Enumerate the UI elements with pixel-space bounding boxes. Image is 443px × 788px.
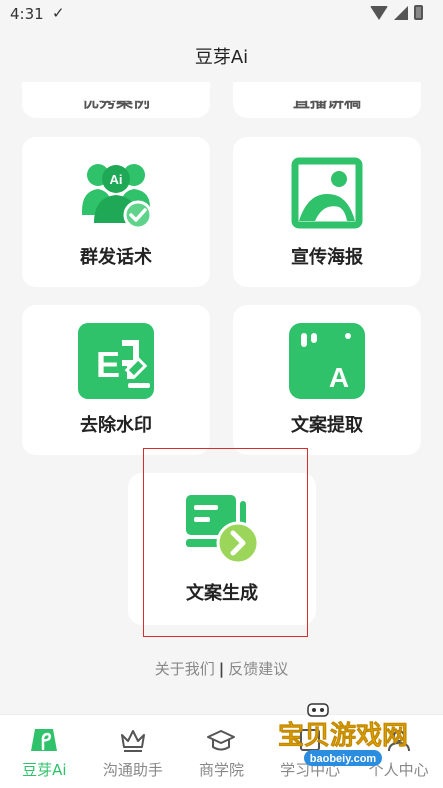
- remove-watermark-icon: E: [78, 323, 154, 399]
- svg-text:宝贝游戏网: 宝贝游戏网: [278, 720, 408, 751]
- selection-highlight: [143, 448, 308, 637]
- battery-icon: [414, 5, 423, 20]
- poster-icon: [289, 155, 365, 231]
- status-bar: 4:31 ✓: [0, 0, 443, 30]
- card-label: 群发话术: [80, 247, 152, 268]
- footer-separator: |: [218, 660, 225, 678]
- card-label: 文案提取: [291, 415, 363, 436]
- svg-text:E: E: [96, 344, 120, 385]
- footer-links: 关于我们 | 反馈建议: [0, 658, 443, 679]
- svg-text:A: A: [329, 362, 349, 393]
- crown-icon: [120, 730, 145, 752]
- tab-label: 沟通助手: [102, 761, 163, 779]
- card-live-script[interactable]: 直播讲稿: [233, 82, 421, 118]
- text-extract-icon: A: [289, 323, 365, 399]
- card-label: 优秀案例: [82, 92, 150, 112]
- tab-label: 商学院: [198, 761, 244, 779]
- app-header: 豆芽Ai: [0, 30, 443, 82]
- page-title: 豆芽Ai: [194, 47, 249, 68]
- status-time: 4:31: [10, 5, 44, 23]
- graduation-cap-icon: [207, 730, 236, 751]
- tab-business-school[interactable]: 商学院: [177, 715, 266, 788]
- ai-group-icon: Ai: [78, 155, 154, 231]
- tab-label: 豆芽Ai: [22, 761, 67, 779]
- card-poster[interactable]: 宣传海报: [233, 137, 421, 287]
- feature-grid[interactable]: 优秀案例 直播讲稿 Ai 群发话术 宣传海报 E 去除水印 A 文案提取 文案生…: [0, 82, 443, 714]
- sprout-icon: [31, 729, 58, 751]
- about-link[interactable]: 关于我们: [155, 660, 215, 678]
- svg-text:baobeiy.com: baobeiy.com: [310, 753, 377, 765]
- signal-icon: [394, 5, 408, 20]
- download-done-icon: ✓: [52, 4, 65, 22]
- tab-douya-ai[interactable]: 豆芽Ai: [0, 715, 89, 788]
- watermark-logo: 宝贝游戏网 baobeiy.com: [278, 703, 408, 766]
- wifi-icon: [370, 5, 388, 20]
- card-showcase[interactable]: 优秀案例: [22, 82, 210, 118]
- feedback-link[interactable]: 反馈建议: [228, 660, 288, 678]
- card-remove-watermark[interactable]: E 去除水印: [22, 305, 210, 455]
- card-label: 直播讲稿: [293, 92, 361, 112]
- tab-communication-assistant[interactable]: 沟通助手: [89, 715, 178, 788]
- card-text-extract[interactable]: A 文案提取: [233, 305, 421, 455]
- card-label: 去除水印: [80, 415, 152, 436]
- status-icons: [370, 5, 423, 20]
- svg-text:Ai: Ai: [110, 172, 123, 187]
- card-label: 宣传海报: [291, 247, 363, 268]
- card-group-message[interactable]: Ai 群发话术: [22, 137, 210, 287]
